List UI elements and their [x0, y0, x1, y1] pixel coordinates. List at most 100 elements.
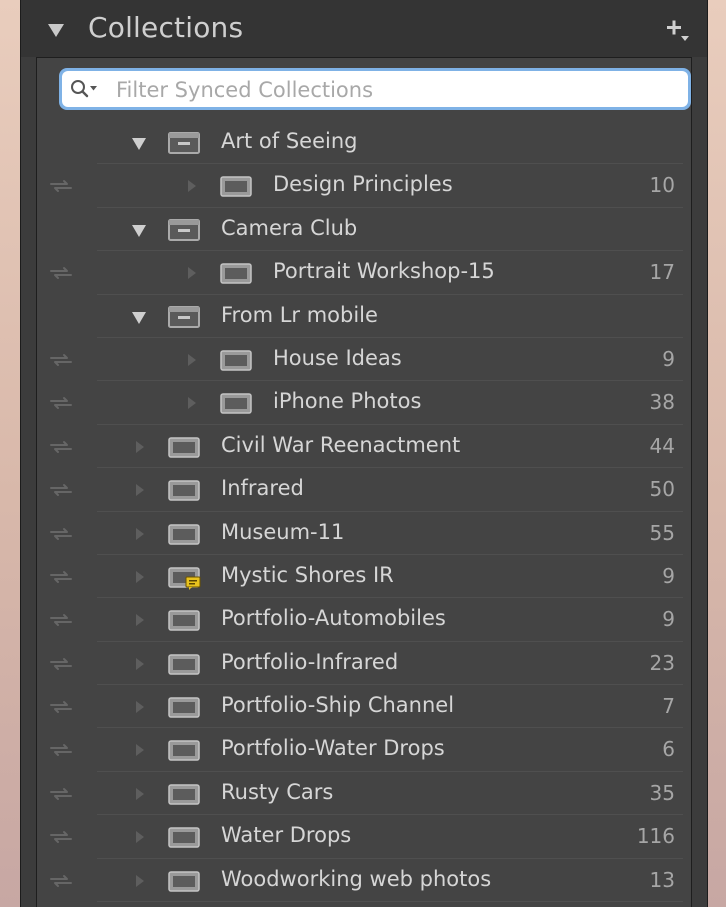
collection-icon [168, 523, 200, 545]
disclosure-triangle-icon[interactable] [130, 871, 150, 891]
search-icon[interactable] [69, 78, 101, 100]
photo-count: 116 [636, 824, 675, 849]
panel-title: Collections [88, 11, 244, 44]
disclosure-triangle-expanded-icon[interactable] [130, 133, 150, 153]
sync-arrows-icon[interactable] [47, 698, 75, 716]
disclosure-triangle-icon[interactable] [130, 740, 150, 760]
disclosure-triangle-icon[interactable] [130, 610, 150, 630]
sync-arrows-icon[interactable] [47, 264, 75, 282]
collection-rows: Art of Seeing Design Principles 10 Camera C… [37, 121, 691, 903]
photo-count: 9 [662, 346, 675, 371]
photo-count: 38 [649, 390, 675, 415]
collection-name: Design Principles [273, 172, 453, 197]
sync-arrows-icon[interactable] [47, 655, 75, 673]
collection-icon [168, 653, 200, 675]
collection-row[interactable]: Portrait Workshop-15 17 [37, 251, 691, 295]
collection-row[interactable]: Infrared 50 [37, 468, 691, 512]
collection-set-icon [168, 132, 200, 154]
sync-arrows-icon[interactable] [47, 872, 75, 890]
collection-name: Portfolio-Automobiles [221, 606, 446, 631]
collection-row[interactable]: Civil War Reenactment 44 [37, 425, 691, 469]
sync-arrows-icon[interactable] [47, 785, 75, 803]
collection-row[interactable]: Portfolio-Infrared 23 [37, 642, 691, 686]
sync-arrows-icon[interactable] [47, 568, 75, 586]
sync-arrows-icon[interactable] [47, 394, 75, 412]
disclosure-triangle-icon[interactable] [130, 827, 150, 847]
collection-icon [168, 697, 200, 718]
collection-icon [168, 870, 200, 892]
collection-row[interactable]: Water Drops 116 [37, 815, 691, 860]
collection-icon [168, 480, 200, 501]
collection-name: Rusty Cars [221, 779, 334, 804]
sync-arrows-icon[interactable] [47, 611, 75, 629]
disclosure-triangle-icon[interactable] [130, 480, 150, 500]
collection-icon [168, 436, 200, 458]
photo-count: 9 [662, 607, 675, 632]
collection-name: Civil War Reenactment [221, 432, 461, 457]
photo-count: 44 [649, 433, 675, 458]
collection-set-icon [168, 218, 200, 241]
photo-count: 35 [649, 780, 675, 805]
collection-row[interactable]: Mystic Shores IR 9 [37, 555, 691, 599]
collection-icon [168, 740, 200, 762]
collection-row[interactable]: Rusty Cars 35 [37, 772, 691, 816]
collection-name: Museum-11 [221, 519, 345, 544]
disclosure-triangle-icon[interactable] [130, 697, 150, 717]
search-field[interactable] [59, 68, 691, 110]
sync-arrows-icon[interactable] [47, 525, 75, 543]
collection-name: Portfolio-Ship Channel [221, 693, 455, 718]
collection-row[interactable]: Museum-11 55 [37, 512, 691, 556]
collection-row[interactable]: Portfolio-Water Drops 6 [37, 728, 691, 773]
collection-set-icon [168, 305, 200, 328]
collections-panel: Collections Art of Seeing Design Principl… [20, 0, 708, 907]
disclosure-triangle-expanded-icon[interactable] [130, 220, 150, 240]
triangle-down-icon[interactable] [48, 24, 64, 37]
collection-row[interactable]: Woodworking web photos 13 [37, 859, 691, 903]
disclosure-triangle-icon[interactable] [182, 263, 202, 283]
collection-row[interactable]: Design Principles 10 [37, 164, 691, 209]
sync-arrows-icon[interactable] [47, 481, 75, 499]
disclosure-triangle-icon[interactable] [130, 524, 150, 544]
disclosure-triangle-expanded-icon[interactable] [130, 307, 150, 327]
collection-name: House Ideas [273, 345, 402, 370]
sync-arrows-icon[interactable] [47, 351, 75, 369]
search-input[interactable] [114, 75, 678, 105]
collection-name: Art of Seeing [221, 129, 358, 153]
collection-row[interactable]: Portfolio-Ship Channel 7 [37, 685, 691, 729]
disclosure-triangle-icon[interactable] [182, 176, 202, 196]
photo-count: 55 [649, 520, 675, 545]
collection-name: Portfolio-Water Drops [221, 736, 445, 761]
photo-count: 6 [662, 737, 675, 762]
collection-set-row[interactable]: Art of Seeing [37, 121, 691, 165]
sync-arrows-icon[interactable] [47, 438, 75, 456]
collection-icon [168, 784, 200, 805]
collection-row[interactable]: iPhone Photos 38 [37, 381, 691, 426]
sync-arrows-icon[interactable] [47, 741, 75, 759]
photo-count: 10 [649, 173, 675, 198]
sync-arrows-icon[interactable] [47, 828, 75, 846]
collection-name: Woodworking web photos [221, 866, 492, 891]
disclosure-triangle-icon[interactable] [130, 567, 150, 587]
collection-set-row[interactable]: Camera Club [37, 208, 691, 252]
collection-name: Mystic Shores IR [221, 562, 394, 587]
disclosure-triangle-icon[interactable] [182, 393, 202, 413]
collection-row[interactable]: Portfolio-Automobiles 9 [37, 598, 691, 643]
photo-count: 9 [662, 563, 675, 588]
panel-header[interactable]: Collections [21, 0, 707, 57]
sync-arrows-icon[interactable] [47, 177, 75, 195]
search-box[interactable] [62, 71, 688, 107]
collection-icon [220, 176, 252, 198]
disclosure-triangle-icon[interactable] [130, 654, 150, 674]
plus-with-dropdown-icon [667, 20, 689, 41]
collection-name: Portfolio-Infrared [221, 649, 399, 674]
collection-row[interactable]: House Ideas 9 [37, 338, 691, 382]
photo-count: 50 [649, 477, 675, 502]
add-collection-button[interactable] [663, 17, 693, 47]
collection-icon [220, 393, 252, 415]
collection-icon [168, 827, 200, 848]
disclosure-triangle-icon[interactable] [130, 437, 150, 457]
disclosure-triangle-icon[interactable] [182, 350, 202, 370]
collection-set-row[interactable]: From Lr mobile [37, 295, 691, 339]
disclosure-triangle-icon[interactable] [130, 784, 150, 804]
collection-icon [168, 610, 200, 632]
